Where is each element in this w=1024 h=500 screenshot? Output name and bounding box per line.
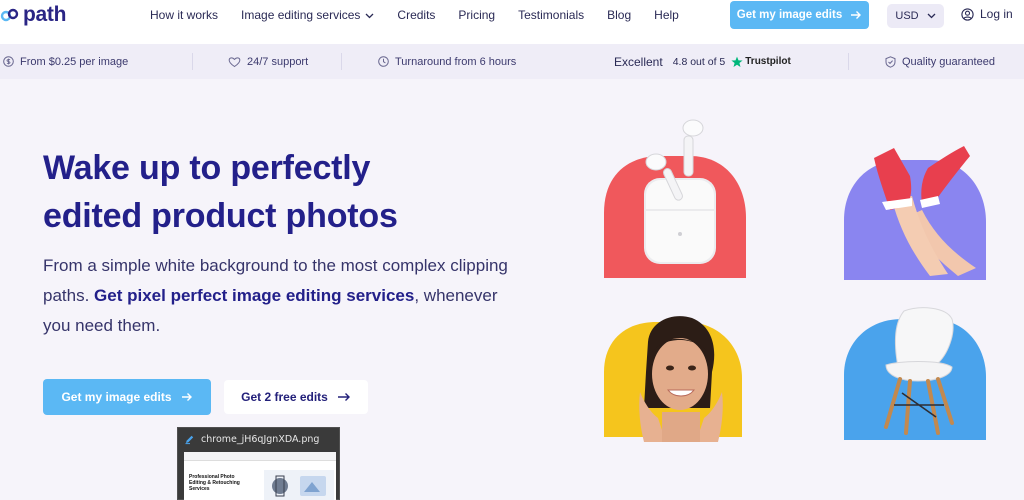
nav-link-pricing[interactable]: Pricing bbox=[458, 8, 495, 22]
nav-link-help[interactable]: Help bbox=[654, 8, 679, 22]
dollar-coin-icon bbox=[3, 56, 14, 67]
get-free-edits-button[interactable]: Get 2 free edits bbox=[224, 380, 368, 414]
currency-value: USD bbox=[895, 10, 919, 22]
arrow-right-icon bbox=[851, 11, 862, 19]
nav-link-credits[interactable]: Credits bbox=[397, 8, 435, 22]
trustpilot-label: Excellent bbox=[614, 54, 663, 69]
login-link[interactable]: Log in bbox=[961, 7, 1013, 21]
cta-label: Get my image edits bbox=[736, 9, 843, 21]
benefits-bar: From $0.25 per image 24/7 support Turnar… bbox=[0, 44, 1024, 79]
top-navigation: path How it works Image editing services… bbox=[0, 0, 1024, 44]
benefit-quality: Quality guaranteed bbox=[885, 44, 995, 79]
nav-links: How it works Image editing services Cred… bbox=[150, 0, 702, 30]
nav-link-how-it-works[interactable]: How it works bbox=[150, 8, 218, 22]
divider bbox=[848, 53, 849, 70]
nav-link-blog[interactable]: Blog bbox=[607, 8, 631, 22]
trustpilot-brand: Trustpilot bbox=[745, 56, 791, 67]
arrow-right-icon bbox=[337, 393, 350, 401]
nav-link-testimonials[interactable]: Testimonials bbox=[518, 8, 584, 22]
hero-title-line-1: Wake up to perfectly bbox=[43, 149, 371, 187]
thumbnail-preview: Professional Photo Editing & Retouching … bbox=[184, 452, 336, 500]
hero-subtitle-bold: Get pixel perfect image editing services bbox=[94, 286, 415, 305]
portrait-product-image bbox=[604, 316, 742, 442]
thumbnail-titlebar: chrome_jH6qJgnXDA.png bbox=[178, 428, 341, 450]
get-image-edits-button[interactable]: Get my image edits bbox=[43, 379, 211, 415]
divider bbox=[341, 53, 342, 70]
thumbnail-filename: chrome_jH6qJgnXDA.png bbox=[201, 433, 320, 445]
benefit-support-label: 24/7 support bbox=[247, 55, 309, 68]
chevron-down-icon bbox=[365, 13, 374, 19]
screenshot-thumbnail[interactable]: chrome_jH6qJgnXDA.png Professional Photo… bbox=[177, 427, 340, 500]
secondary-button-label: Get 2 free edits bbox=[241, 390, 328, 404]
hero-title-line-2: edited product photos bbox=[43, 197, 398, 235]
benefit-price-label: From $0.25 per image bbox=[20, 55, 129, 68]
arrow-right-icon bbox=[181, 393, 192, 401]
currency-selector[interactable]: USD bbox=[887, 4, 944, 28]
nav-link-label: Image editing services bbox=[241, 8, 361, 22]
trustpilot-rating[interactable]: Excellent 4.8 out of 5 Trustpilot bbox=[614, 44, 791, 79]
heart-icon bbox=[228, 56, 241, 67]
chevron-down-icon bbox=[927, 13, 936, 19]
preview-toolbar bbox=[184, 452, 336, 461]
brand-logo[interactable]: path bbox=[0, 2, 66, 28]
preview-products-image bbox=[264, 470, 334, 500]
benefit-turnaround: Turnaround from 6 hours bbox=[378, 44, 516, 79]
chair-product-image bbox=[844, 307, 986, 440]
primary-button-label: Get my image edits bbox=[61, 390, 172, 404]
benefit-turnaround-label: Turnaround from 6 hours bbox=[395, 55, 517, 68]
user-icon bbox=[961, 7, 974, 21]
trustpilot-star-icon bbox=[731, 56, 743, 67]
login-label: Log in bbox=[980, 7, 1013, 21]
divider bbox=[192, 53, 193, 70]
shield-check-icon bbox=[885, 55, 896, 68]
hero-subtitle: From a simple white background to the mo… bbox=[43, 251, 523, 341]
get-image-edits-nav-button[interactable]: Get my image edits bbox=[730, 1, 869, 29]
nav-link-image-editing-services[interactable]: Image editing services bbox=[241, 8, 374, 22]
benefit-price: From $0.25 per image bbox=[3, 44, 128, 79]
brand-name: path bbox=[23, 3, 67, 26]
hero-title: Wake up to perfectly edited product phot… bbox=[43, 144, 543, 240]
path-logo-icon bbox=[0, 8, 19, 22]
edit-icon bbox=[185, 435, 194, 444]
benefit-support: 24/7 support bbox=[228, 44, 308, 79]
clock-icon bbox=[378, 56, 389, 67]
sneakers-product-image bbox=[844, 146, 986, 280]
airpods-product-image bbox=[604, 119, 746, 278]
preview-text: Professional Photo Editing & Retouching … bbox=[189, 474, 240, 492]
trustpilot-score: 4.8 out of 5 bbox=[672, 55, 726, 68]
benefit-quality-label: Quality guaranteed bbox=[902, 55, 995, 68]
